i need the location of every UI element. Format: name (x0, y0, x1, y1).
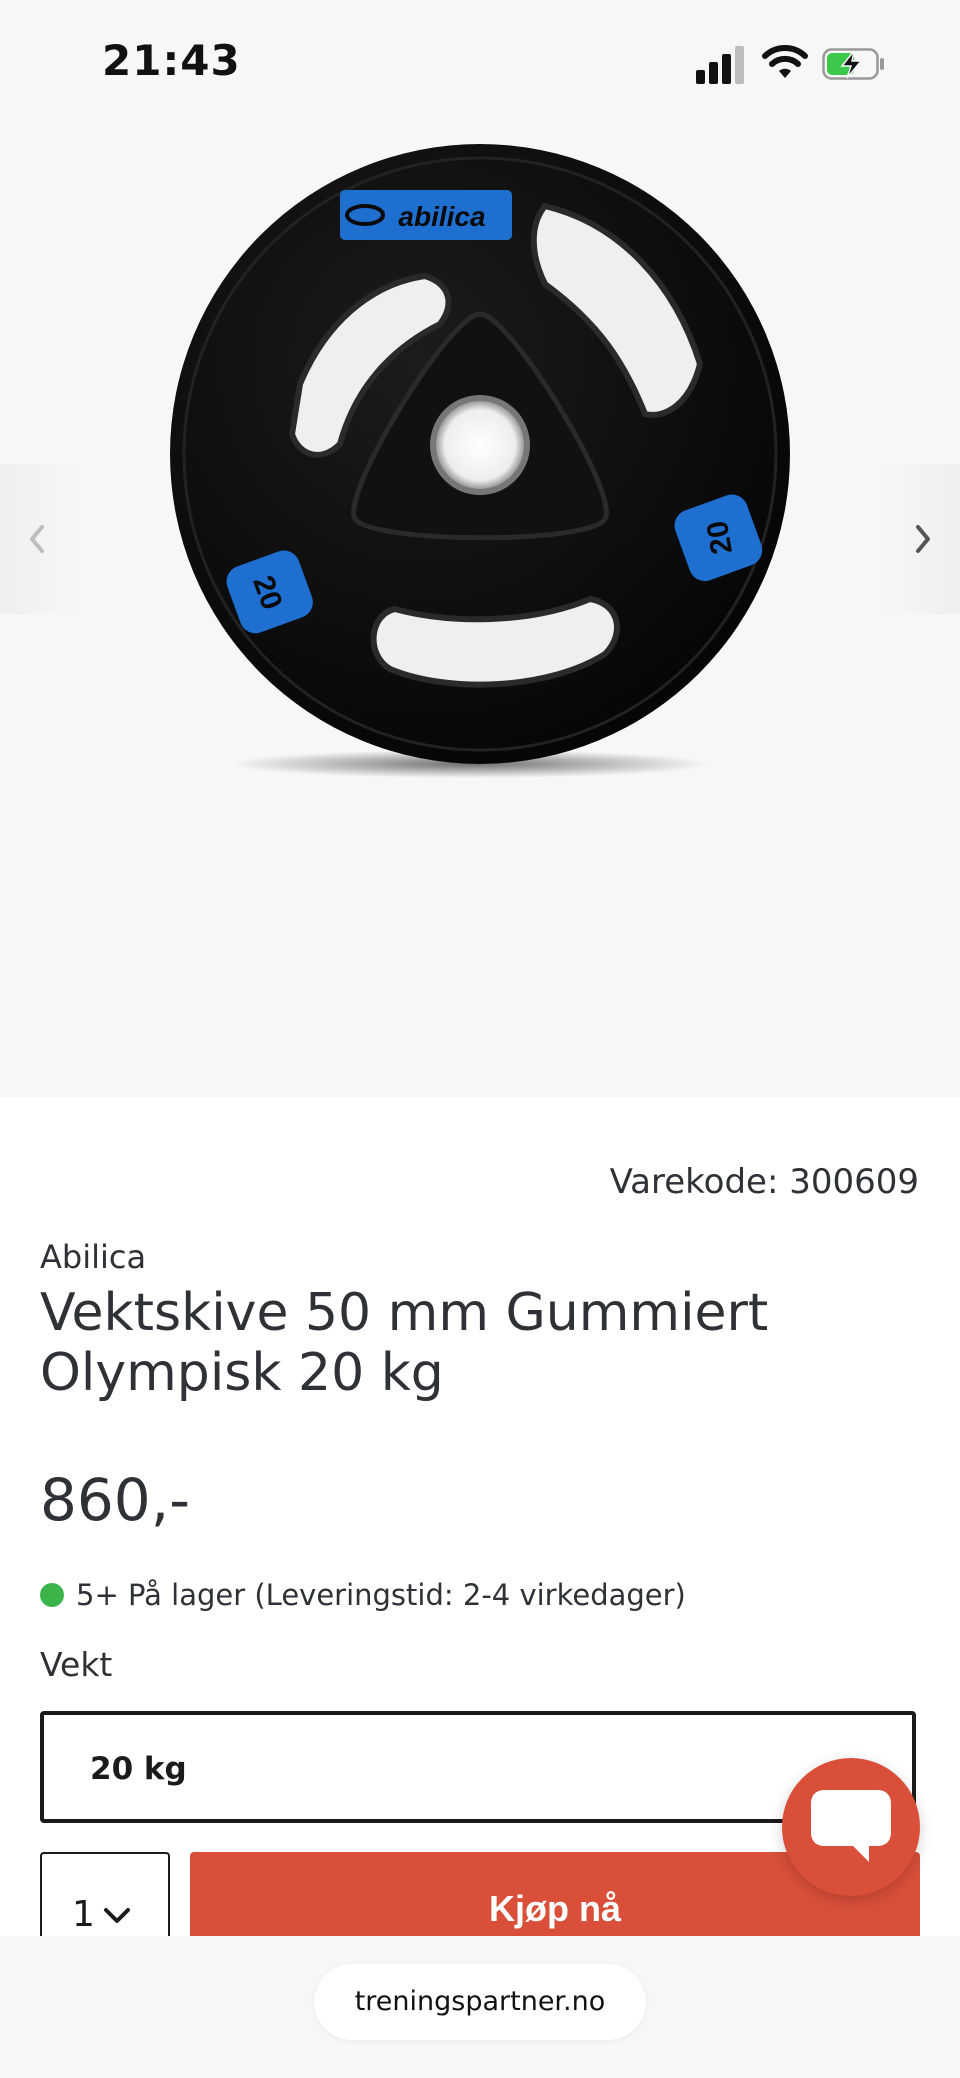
chat-bubble-icon (811, 1790, 891, 1862)
browser-bottom-bar: treningspartner.no (0, 1936, 960, 2078)
buy-now-label: Kjøp nå (489, 1888, 621, 1929)
stock-indicator-icon (40, 1583, 64, 1607)
battery-charging-icon (822, 48, 884, 80)
plate-logo-text: abilica (398, 201, 485, 232)
chevron-left-icon (30, 525, 44, 553)
stock-status-text: 5+ På lager (Leveringstid: 2-4 virkedage… (76, 1578, 686, 1612)
product-title: Vektskive 50 mm Gummiert Olympisk 20 kg (40, 1283, 769, 1403)
status-icons (696, 44, 896, 84)
chevron-down-icon (104, 1908, 130, 1923)
product-sku: Varekode: 300609 (609, 1162, 919, 1202)
chat-button[interactable] (782, 1758, 920, 1896)
cellular-signal-icon (696, 44, 748, 84)
plate-weight-right: 20 (701, 518, 739, 557)
wifi-icon (762, 45, 808, 78)
gallery-prev-button[interactable] (0, 464, 80, 614)
status-time: 21:43 (102, 36, 241, 85)
quantity-value: 1 (72, 1894, 95, 1935)
chevron-right-icon (916, 525, 930, 553)
status-bar: 21:43 (0, 0, 960, 120)
variant-selected-value: 20 kg (90, 1751, 187, 1787)
product-image-gallery[interactable]: abilica 20 20 (0, 120, 960, 1097)
stock-status: 5+ På lager (Leveringstid: 2-4 virkedage… (40, 1578, 686, 1612)
product-image: abilica 20 20 (170, 144, 790, 778)
address-bar[interactable]: treningspartner.no (314, 1964, 646, 2040)
gallery-next-button[interactable] (880, 464, 960, 614)
product-price: 860,- (40, 1466, 191, 1534)
product-brand[interactable]: Abilica (40, 1238, 146, 1276)
address-bar-url: treningspartner.no (354, 1986, 606, 2017)
variant-label: Vekt (40, 1645, 113, 1684)
